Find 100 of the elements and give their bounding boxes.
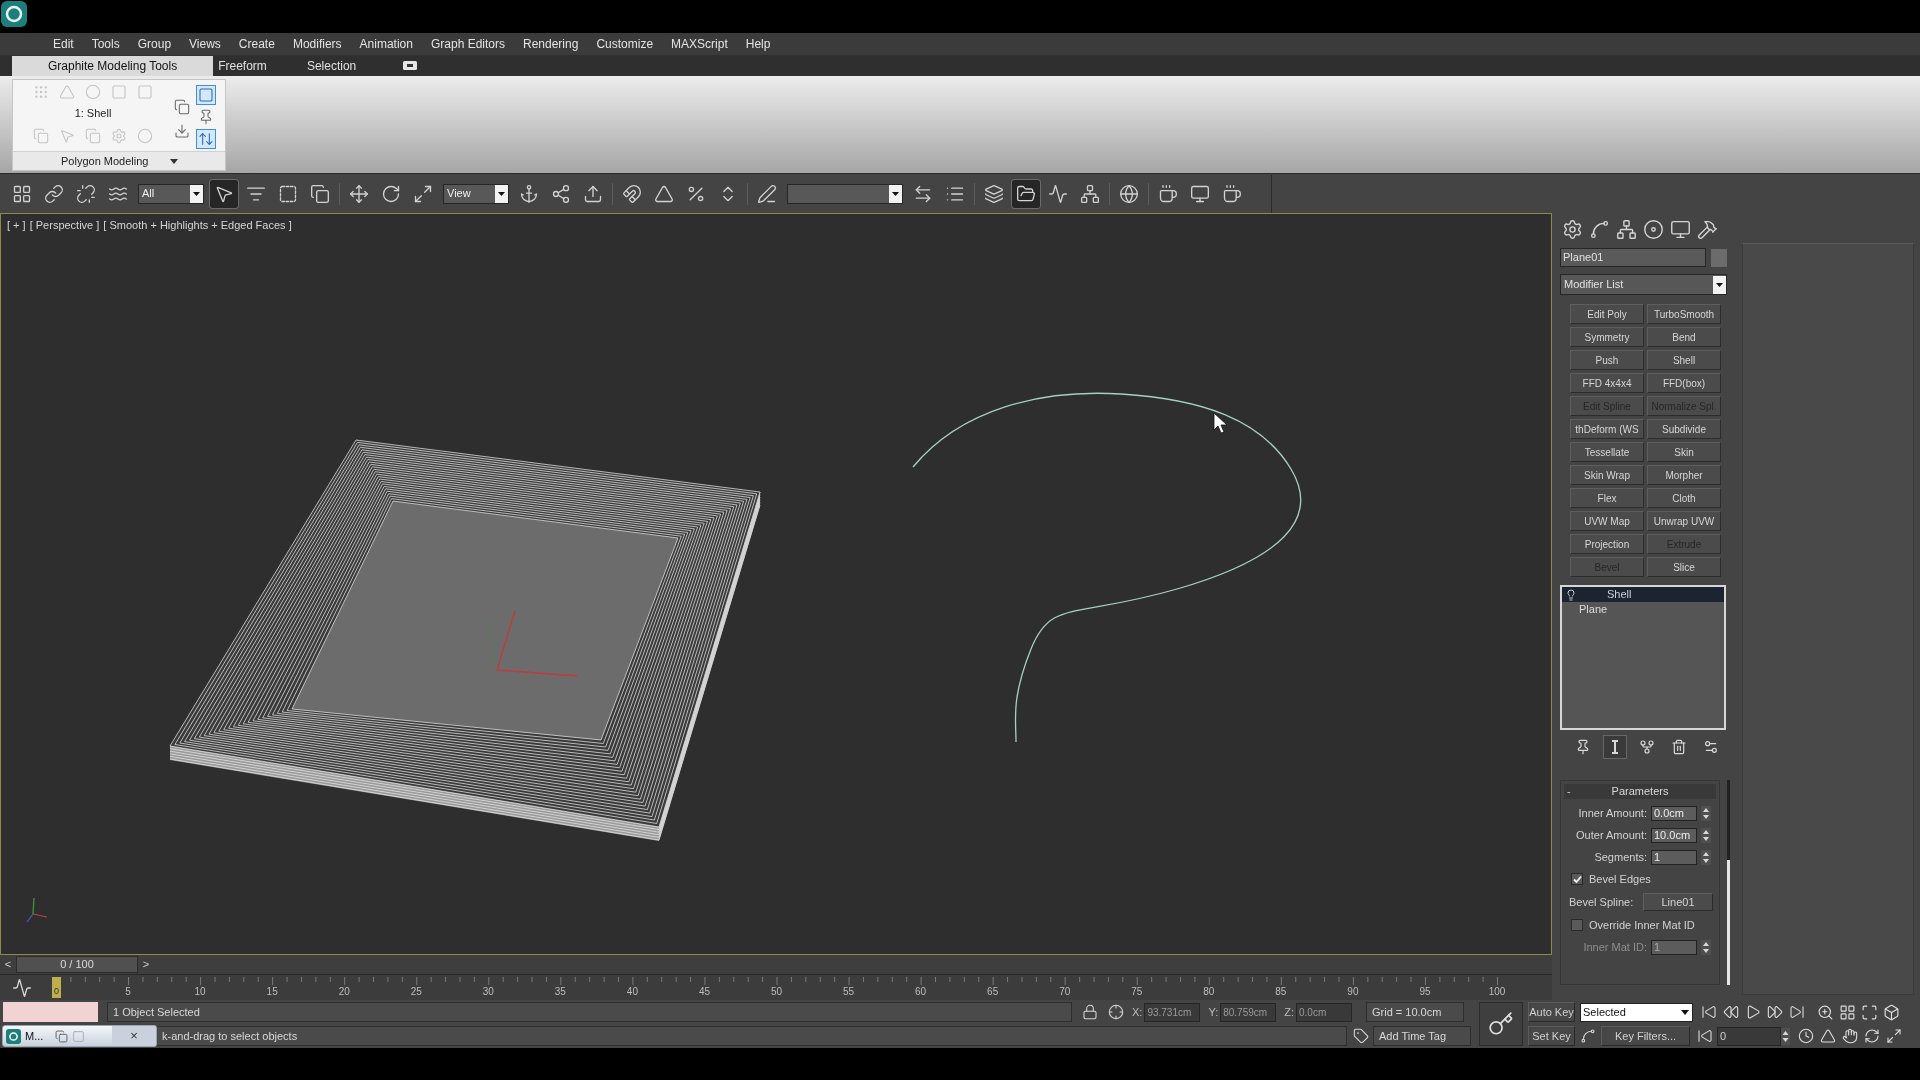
cup-icon[interactable] bbox=[1222, 183, 1242, 204]
viewport-menu-label[interactable]: [ + ] bbox=[7, 217, 26, 234]
hierarchy-icon[interactable] bbox=[1616, 219, 1637, 240]
color-swatch-icon[interactable] bbox=[1711, 248, 1727, 267]
lightbulb-icon[interactable] bbox=[1565, 588, 1577, 601]
triangle-icon[interactable] bbox=[1820, 1028, 1836, 1044]
cup-icon[interactable] bbox=[1158, 183, 1178, 204]
grid-icon[interactable] bbox=[1839, 1003, 1856, 1021]
gear-icon[interactable] bbox=[1562, 219, 1583, 240]
link-icon[interactable] bbox=[44, 183, 64, 204]
maximize-icon[interactable] bbox=[1861, 1003, 1878, 1021]
menu-item[interactable]: Edit bbox=[44, 35, 83, 53]
collapse-toggle[interactable]: - bbox=[1564, 783, 1576, 800]
previous-frame-button[interactable]: < bbox=[0, 956, 16, 973]
hierarchy-icon[interactable] bbox=[1080, 183, 1100, 204]
copy-icon[interactable] bbox=[55, 1029, 69, 1043]
coordinate-field[interactable]: 93.731cm bbox=[1144, 1002, 1201, 1022]
current-frame-marker[interactable]: 0 bbox=[52, 977, 61, 998]
trash-icon[interactable] bbox=[1671, 739, 1687, 755]
modifier-button[interactable]: Morpher bbox=[1647, 465, 1721, 485]
spinner-arrows-icon[interactable] bbox=[1701, 805, 1711, 821]
upload-icon[interactable] bbox=[583, 183, 603, 204]
skip-forward-icon[interactable] bbox=[1789, 1004, 1805, 1020]
dropdown[interactable]: All bbox=[138, 183, 204, 204]
expand-icon[interactable] bbox=[1886, 1028, 1902, 1044]
ribbon-tab[interactable]: Graphite Modeling Tools bbox=[12, 56, 214, 76]
i-beam-icon[interactable] bbox=[1604, 736, 1626, 758]
move-icon[interactable] bbox=[349, 183, 369, 204]
modifier-button[interactable]: thDeform (WS bbox=[1570, 419, 1644, 439]
cube-icon[interactable] bbox=[1883, 1003, 1900, 1021]
close-button[interactable]: × bbox=[112, 1026, 156, 1046]
menu-item[interactable]: Create bbox=[229, 35, 284, 53]
updown-arrows-icon[interactable] bbox=[197, 130, 215, 148]
play-icon[interactable] bbox=[1745, 1004, 1761, 1020]
modifier-button[interactable]: Shell bbox=[1647, 350, 1721, 370]
pick-button[interactable]: Line01 bbox=[1643, 893, 1713, 911]
lock-icon[interactable] bbox=[1082, 1004, 1098, 1020]
time-tag-field[interactable]: Add Time Tag bbox=[1373, 1026, 1471, 1046]
modifier-button[interactable]: Slice bbox=[1647, 557, 1721, 577]
rewind-icon[interactable] bbox=[1723, 1004, 1739, 1020]
current-frame-field[interactable]: 0 bbox=[1717, 1026, 1781, 1046]
key-mode-dropdown[interactable]: Selected bbox=[1580, 1002, 1693, 1022]
refresh-arrows-icon[interactable] bbox=[1864, 1028, 1880, 1044]
modifier-button[interactable]: Skin bbox=[1647, 442, 1721, 462]
key-icon[interactable] bbox=[1479, 1002, 1523, 1046]
cursor-icon[interactable] bbox=[210, 179, 238, 208]
ribbon-toggle-icon[interactable] bbox=[403, 61, 418, 70]
unlink-icon[interactable] bbox=[76, 183, 96, 204]
pen-icon[interactable] bbox=[757, 183, 777, 204]
modifier-stack-list[interactable]: Shell Plane bbox=[1560, 585, 1726, 730]
scale-icon[interactable] bbox=[413, 183, 433, 204]
skip-back-icon[interactable] bbox=[1701, 1004, 1717, 1020]
fast-forward-icon[interactable] bbox=[1767, 1004, 1783, 1020]
spinner-field[interactable]: 0.0cm bbox=[1651, 805, 1697, 821]
crosshair-icon[interactable] bbox=[1108, 1004, 1124, 1020]
modifier-button[interactable]: Cloth bbox=[1647, 488, 1721, 508]
menu-item[interactable]: Graph Editors bbox=[421, 35, 514, 53]
download-icon[interactable] bbox=[173, 122, 191, 140]
globe-icon[interactable] bbox=[1119, 183, 1139, 204]
modifier-button[interactable]: UVW Map bbox=[1570, 511, 1644, 531]
scrollbar[interactable] bbox=[1726, 780, 1731, 985]
menu-item[interactable]: Modifiers bbox=[283, 35, 351, 53]
hammer-icon[interactable] bbox=[1697, 219, 1718, 240]
ribbon-tab[interactable]: Freeform bbox=[213, 56, 272, 76]
stack-item[interactable]: Shell bbox=[1562, 587, 1724, 602]
monitor-icon[interactable] bbox=[1190, 183, 1210, 204]
curve-icon[interactable] bbox=[1589, 219, 1610, 240]
rollout-header[interactable]: - Parameters bbox=[1564, 784, 1716, 799]
zoom-icon[interactable] bbox=[1817, 1003, 1834, 1021]
clock-icon[interactable] bbox=[1798, 1028, 1814, 1044]
layers-icon[interactable] bbox=[984, 183, 1004, 204]
fork-icon[interactable] bbox=[1639, 739, 1655, 755]
modifier-button[interactable]: Push bbox=[1570, 350, 1644, 370]
script-listener-field[interactable] bbox=[3, 1002, 98, 1022]
magnet-icon[interactable] bbox=[622, 183, 642, 204]
modifier-button[interactable]: Projection bbox=[1570, 534, 1644, 554]
dropdown[interactable]: View bbox=[443, 183, 509, 204]
tag-icon[interactable] bbox=[1353, 1028, 1369, 1044]
modifier-button[interactable]: Bend bbox=[1647, 327, 1721, 347]
minimized-window[interactable]: M... × bbox=[2, 1025, 157, 1047]
dropdown-caret-icon[interactable] bbox=[1681, 1009, 1689, 1015]
checkbox[interactable] bbox=[1571, 873, 1583, 885]
menu-item[interactable]: Animation bbox=[350, 35, 422, 53]
modifier-button[interactable]: TurboSmooth bbox=[1647, 304, 1721, 324]
mirror-arrows-icon[interactable] bbox=[913, 183, 933, 204]
key-filters-button[interactable]: Key Filters... bbox=[1601, 1026, 1690, 1046]
menu-item[interactable]: Help bbox=[736, 35, 780, 53]
sliders-icon[interactable] bbox=[1703, 739, 1719, 755]
menu-item[interactable]: Views bbox=[180, 35, 230, 53]
menu-item[interactable]: MAXScript bbox=[662, 35, 737, 53]
hand-icon[interactable] bbox=[1842, 1028, 1858, 1044]
set-key-button[interactable]: Set Key bbox=[1528, 1026, 1575, 1046]
copy-icon[interactable] bbox=[310, 183, 330, 204]
copy-icon[interactable] bbox=[173, 98, 191, 116]
auto-key-button[interactable]: Auto Key bbox=[1528, 1002, 1575, 1022]
modifier-list-dropdown[interactable]: Modifier List bbox=[1560, 274, 1727, 295]
menu-item[interactable]: Rendering bbox=[514, 35, 588, 53]
dashed-square-icon[interactable] bbox=[278, 183, 298, 204]
dropdown-caret-icon[interactable] bbox=[170, 158, 179, 164]
coordinate-field[interactable]: 80.759cm bbox=[1220, 1002, 1277, 1022]
